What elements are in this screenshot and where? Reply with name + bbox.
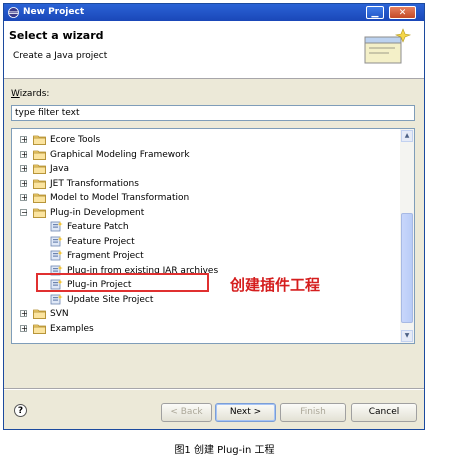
- close-icon: ✕: [398, 8, 407, 18]
- tree-item[interactable]: + SVN: [12, 307, 397, 321]
- tree-item[interactable]: − Plug-in Development: [12, 206, 397, 220]
- annotation-text: 创建插件工程: [230, 276, 321, 294]
- expand-icon[interactable]: +: [20, 165, 28, 173]
- new-project-dialog: New Project ▁ ✕ Select a wizard Create a…: [3, 3, 425, 430]
- folder-icon: [33, 149, 46, 160]
- close-button[interactable]: ✕: [389, 6, 416, 19]
- tree-item[interactable]: Feature Project: [12, 235, 397, 249]
- minimize-button[interactable]: ▁: [366, 6, 384, 19]
- tree-item[interactable]: + Java: [12, 162, 397, 176]
- folder-icon: [33, 163, 46, 174]
- tree-item-label: JET Transformations: [50, 178, 139, 189]
- tree-item[interactable]: + Graphical Modeling Framework: [12, 148, 397, 162]
- scroll-up-icon[interactable]: ▲: [401, 130, 413, 142]
- tree-item-label: Feature Patch: [67, 222, 129, 232]
- window-title: New Project: [23, 7, 85, 17]
- tree-item-label: Update Site Project: [67, 294, 154, 305]
- expand-icon[interactable]: +: [20, 324, 28, 332]
- tree-item[interactable]: + Examples: [12, 322, 397, 336]
- wizards-label-mnemonic: W: [11, 89, 20, 99]
- tree-item-label: Fragment Project: [67, 251, 144, 261]
- tree-item[interactable]: Feature Patch: [12, 220, 397, 234]
- expand-icon[interactable]: +: [20, 194, 28, 202]
- back-button[interactable]: < Back: [161, 403, 212, 422]
- tree-item-label: Java: [50, 164, 70, 174]
- help-icon[interactable]: ?: [14, 404, 27, 417]
- scroll-down-icon[interactable]: ▼: [401, 330, 413, 342]
- eclipse-icon: [8, 7, 19, 18]
- tree-scrollbar[interactable]: ▲ ▼: [400, 129, 414, 343]
- wizard-icon: [50, 294, 63, 305]
- page-description: Create a Java project: [13, 51, 108, 61]
- button-bar-divider: [4, 388, 424, 390]
- tree-item[interactable]: Fragment Project: [12, 249, 397, 263]
- tree-item-label: Ecore Tools: [50, 135, 101, 145]
- finish-button[interactable]: Finish: [280, 403, 346, 422]
- wizard-icon: [50, 221, 63, 232]
- next-button[interactable]: Next >: [215, 403, 276, 422]
- wizard-icon: [50, 236, 63, 247]
- page-title: Select a wizard: [9, 29, 104, 42]
- expand-icon[interactable]: +: [20, 150, 28, 158]
- tree-item-label: Examples: [50, 323, 94, 334]
- folder-icon: [33, 207, 46, 218]
- tree-item[interactable]: + Ecore Tools: [12, 133, 397, 147]
- tree-item[interactable]: + Model to Model Transformation: [12, 191, 397, 205]
- wizard-icon: [50, 250, 63, 261]
- filter-input[interactable]: type filter text: [11, 105, 415, 121]
- wizard-tree[interactable]: ▲ ▼ + Ecore Tools + Graphical Modeling Fram…: [11, 128, 415, 344]
- wizard-header: Select a wizard Create a Java project: [4, 21, 424, 79]
- scroll-thumb[interactable]: [401, 213, 413, 323]
- wizards-label: Wizards:: [11, 89, 49, 99]
- tree-item[interactable]: Update Site Project: [12, 293, 397, 307]
- tree-item-label: SVN: [50, 309, 69, 319]
- tree-item[interactable]: + JET Transformations: [12, 177, 397, 191]
- cancel-button[interactable]: Cancel: [351, 403, 417, 422]
- title-bar[interactable]: New Project ▁ ✕: [4, 4, 424, 21]
- tree-item-label: Plug-in Development: [50, 207, 145, 218]
- tree-item-label: Graphical Modeling Framework: [50, 149, 190, 160]
- tree-item-label: Feature Project: [67, 236, 135, 247]
- expand-icon[interactable]: +: [20, 310, 28, 318]
- folder-icon: [33, 192, 46, 203]
- folder-icon: [33, 323, 46, 334]
- folder-icon: [33, 178, 46, 189]
- expand-icon[interactable]: +: [20, 136, 28, 144]
- expand-icon[interactable]: +: [20, 179, 28, 187]
- wizard-banner-icon: [364, 28, 412, 64]
- tree-item-label: Model to Model Transformation: [50, 193, 190, 203]
- folder-icon: [33, 308, 46, 319]
- wizards-label-text: izards:: [19, 89, 50, 99]
- folder-icon: [33, 134, 46, 145]
- minimize-icon: ▁: [371, 8, 379, 18]
- collapse-icon[interactable]: −: [20, 208, 28, 216]
- highlight-box: [36, 273, 209, 292]
- figure-caption: 图1 创建 Plug-in 工程: [174, 445, 275, 456]
